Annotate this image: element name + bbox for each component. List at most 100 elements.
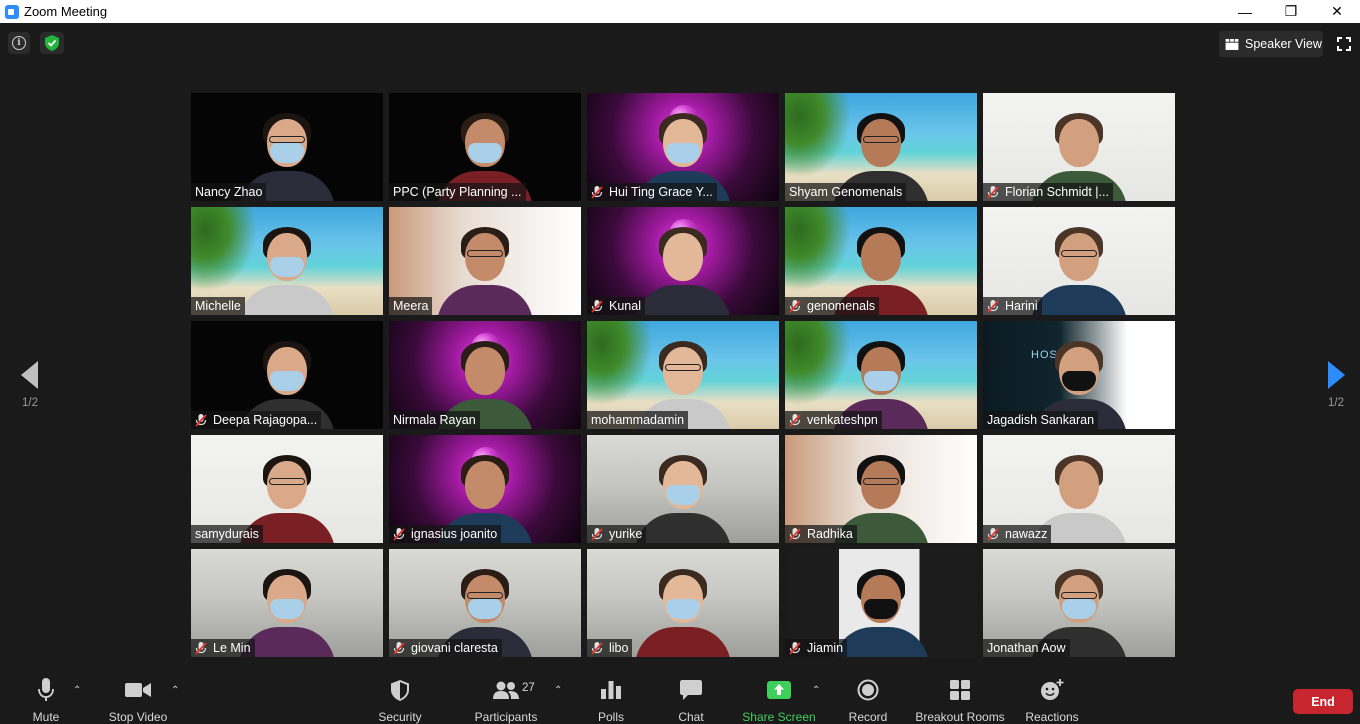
participant-video-tile[interactable]: Radhika: [785, 435, 977, 543]
polls-button[interactable]: Polls: [591, 669, 631, 724]
participant-video-grid: Nancy Zhao PPC (Party Planning ... Hui Tin…: [191, 93, 1175, 657]
participant-video-tile[interactable]: Meera: [389, 207, 581, 315]
meeting-info-button[interactable]: i: [8, 32, 30, 54]
participant-name: Deepa Rajagopa...: [213, 413, 318, 427]
glasses: [1061, 250, 1097, 257]
participant-name: Meera: [393, 299, 429, 313]
participant-name: Shyam Genomenals: [789, 185, 903, 199]
participant-video-tile[interactable]: Jiamin: [785, 549, 977, 657]
share-screen-button[interactable]: Share Screen: [741, 669, 817, 724]
muted-microphone-icon: [789, 641, 801, 655]
participant-name-tag: Jonathan Aow: [983, 639, 1070, 657]
meeting-area: i Speaker View 1/2 1/2 Nancy Zhao PPC (Pa…: [0, 23, 1360, 669]
participant-head: [861, 233, 901, 281]
participant-figure: [437, 223, 533, 315]
participants-label: Participants: [474, 710, 538, 724]
participant-name: Radhika: [807, 527, 853, 541]
participant-video-tile[interactable]: nawazz: [983, 435, 1175, 543]
muted-microphone-icon: [591, 641, 603, 655]
participant-video-tile[interactable]: Deepa Rajagopa...: [191, 321, 383, 429]
participant-video-tile[interactable]: libo: [587, 549, 779, 657]
restore-button[interactable]: ❐: [1268, 0, 1314, 23]
participant-name: Jiamin: [807, 641, 844, 655]
participant-name-tag: Nancy Zhao: [191, 183, 267, 201]
info-icon: i: [12, 36, 26, 50]
participant-video-tile[interactable]: yurike: [587, 435, 779, 543]
muted-microphone-icon: [987, 527, 999, 541]
share-options-caret-icon[interactable]: ⌃: [812, 685, 820, 696]
share-screen-arrow-icon: [767, 681, 791, 699]
previous-page-button[interactable]: 1/2: [5, 361, 55, 431]
participant-video-tile[interactable]: Harini: [983, 207, 1175, 315]
audio-options-caret-icon[interactable]: ⌃: [73, 685, 81, 696]
encryption-shield-button[interactable]: [40, 32, 64, 54]
participant-name-tag: mohammadamin: [587, 411, 689, 429]
participant-name-tag: Hui Ting Grace Y...: [587, 183, 717, 201]
participant-name-tag: Shyam Genomenals: [785, 183, 907, 201]
arrow-left-icon: [21, 361, 38, 389]
arrow-right-icon: [1328, 361, 1345, 389]
participant-video-tile[interactable]: Jonathan Aow: [983, 549, 1175, 657]
shield-check-icon: [45, 35, 59, 51]
stop-video-label: Stop Video: [108, 710, 168, 724]
stop-video-button[interactable]: Stop Video: [103, 669, 173, 724]
participant-video-tile[interactable]: Nirmala Rayan: [389, 321, 581, 429]
participant-name-tag: genomenals: [785, 297, 880, 315]
participants-button[interactable]: Participants: [472, 669, 540, 724]
breakout-rooms-button[interactable]: Breakout Rooms: [915, 669, 1005, 724]
muted-microphone-icon: [789, 527, 801, 541]
participant-video-tile[interactable]: HOST Jagadish Sankaran: [983, 321, 1175, 429]
reactions-button[interactable]: Reactions: [1023, 669, 1081, 724]
participant-video-tile[interactable]: mohammadamin: [587, 321, 779, 429]
participant-name-tag: giovani claresta: [389, 639, 502, 657]
chat-button[interactable]: Chat: [671, 669, 711, 724]
muted-microphone-icon: [987, 299, 999, 313]
muted-microphone-icon: [195, 413, 207, 427]
record-icon: [857, 679, 879, 701]
participant-video-tile[interactable]: Nancy Zhao: [191, 93, 383, 201]
fullscreen-button[interactable]: [1331, 31, 1357, 57]
participant-name: Le Min: [213, 641, 251, 655]
participant-name-tag: Nirmala Rayan: [389, 411, 480, 429]
muted-microphone-icon: [195, 641, 207, 655]
participant-figure: [833, 565, 929, 657]
participant-video-tile[interactable]: samydurais: [191, 435, 383, 543]
participant-video-tile[interactable]: PPC (Party Planning ...: [389, 93, 581, 201]
participant-video-tile[interactable]: ignasius joanito: [389, 435, 581, 543]
participant-name-tag: Radhika: [785, 525, 857, 543]
mute-button[interactable]: Mute: [26, 669, 66, 724]
participant-video-tile[interactable]: venkateshpn: [785, 321, 977, 429]
participant-video-tile[interactable]: genomenals: [785, 207, 977, 315]
polls-bar-chart-icon: [601, 681, 621, 699]
participant-video-tile[interactable]: Kunal: [587, 207, 779, 315]
speaker-view-button[interactable]: Speaker View: [1219, 31, 1323, 57]
participant-body: [833, 627, 929, 657]
participant-head: [861, 461, 901, 509]
participant-name-tag: venkateshpn: [785, 411, 882, 429]
video-options-caret-icon[interactable]: ⌃: [171, 685, 179, 696]
participant-video-tile[interactable]: giovani claresta: [389, 549, 581, 657]
polls-label: Polls: [597, 710, 624, 724]
participant-figure: [635, 565, 731, 657]
face-mask: [1062, 599, 1096, 619]
participants-options-caret-icon[interactable]: ⌃: [554, 685, 562, 696]
participant-name-tag: nawazz: [983, 525, 1052, 543]
participant-name-tag: Meera: [389, 297, 433, 315]
participant-name: libo: [609, 641, 629, 655]
participant-video-tile[interactable]: Hui Ting Grace Y...: [587, 93, 779, 201]
muted-microphone-icon: [393, 641, 405, 655]
participant-video-tile[interactable]: Michelle: [191, 207, 383, 315]
participant-video-tile[interactable]: Le Min: [191, 549, 383, 657]
participant-head: [267, 461, 307, 509]
minimize-button[interactable]: —: [1222, 0, 1268, 23]
end-meeting-button[interactable]: End: [1293, 689, 1353, 714]
participant-head: [1059, 119, 1099, 167]
record-button[interactable]: Record: [846, 669, 890, 724]
security-button[interactable]: Security: [375, 669, 425, 724]
close-button[interactable]: ✕: [1314, 0, 1360, 23]
window-titlebar: Zoom Meeting — ❐ ✕: [0, 0, 1360, 23]
participant-video-tile[interactable]: Florian Schmidt |...: [983, 93, 1175, 201]
participant-head: [465, 347, 505, 395]
participant-video-tile[interactable]: Shyam Genomenals: [785, 93, 977, 201]
next-page-button[interactable]: 1/2: [1311, 361, 1360, 431]
